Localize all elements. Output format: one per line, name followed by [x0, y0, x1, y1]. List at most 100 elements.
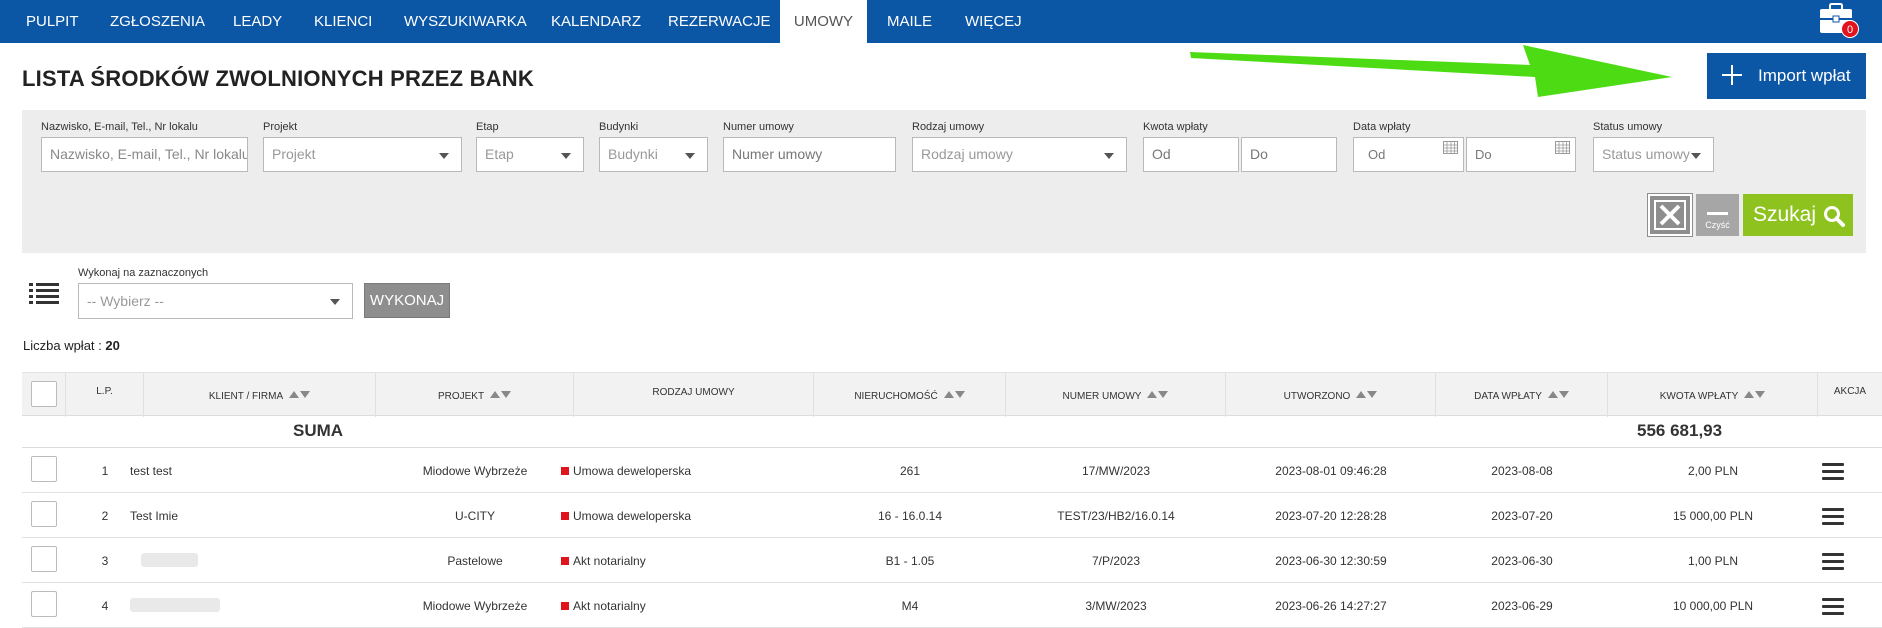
- header-property[interactable]: NIERUCHOMOŚĆ: [814, 373, 1006, 417]
- date-to-input[interactable]: Do: [1466, 137, 1576, 172]
- nav-item-maile[interactable]: MAILE: [887, 0, 932, 43]
- header-created-label: UTWORZONO: [1283, 391, 1351, 402]
- nav-item-kalendarz[interactable]: KALENDARZ: [551, 0, 641, 43]
- row-menu-icon[interactable]: [1822, 598, 1844, 616]
- select-all-checkbox[interactable]: [31, 381, 57, 407]
- amount-from-input[interactable]: Od: [1143, 137, 1239, 172]
- row-checkbox[interactable]: [31, 501, 57, 527]
- row-checkbox[interactable]: [31, 546, 57, 572]
- row-number[interactable]: TEST/23/HB2/16.0.14: [1006, 509, 1226, 523]
- sort-icon[interactable]: [1743, 391, 1766, 401]
- table-row: 2 Test Imie U-CITY Umowa deweloperska 16…: [22, 493, 1882, 538]
- header-lp-label: L.P.: [96, 386, 113, 397]
- row-amount: 2,00 PLN: [1687, 464, 1739, 478]
- buildings-select[interactable]: Budynki: [599, 137, 708, 172]
- top-navigation: PULPIT ZGŁOSZENIA LEADY KLIENCI WYSZUKIW…: [0, 0, 1882, 43]
- calendar-icon[interactable]: [1443, 141, 1458, 154]
- bulk-action-select[interactable]: -- Wybierz --: [78, 283, 353, 319]
- contract-number-input[interactable]: Numer umowy: [723, 137, 896, 172]
- row-number[interactable]: 3/MW/2023: [1006, 599, 1226, 613]
- calendar-icon[interactable]: [1555, 141, 1570, 154]
- header-number[interactable]: NUMER UMOWY: [1006, 373, 1226, 417]
- execute-button[interactable]: WYKONAJ: [364, 283, 450, 318]
- nav-item-wyszukiwarka[interactable]: WYSZUKIWARKA: [404, 0, 527, 43]
- stage-select[interactable]: Etap: [476, 137, 584, 172]
- row-menu-icon[interactable]: [1822, 508, 1844, 526]
- status-select-value: Status umowy: [1602, 146, 1690, 162]
- sum-row: SUMA 556 681,93: [22, 416, 1882, 448]
- plus-icon: [1722, 65, 1742, 85]
- row-number[interactable]: 17/MW/2023: [1006, 464, 1226, 478]
- status-square-icon: [561, 467, 569, 475]
- status-select[interactable]: Status umowy: [1593, 137, 1714, 172]
- sort-icon[interactable]: [1146, 391, 1169, 401]
- briefcase-icon[interactable]: 0: [1819, 3, 1859, 38]
- sort-icon[interactable]: [1355, 391, 1378, 401]
- sort-icon[interactable]: [1547, 391, 1569, 401]
- header-client-label: KLIENT / FIRMA: [208, 391, 284, 402]
- row-checkbox[interactable]: [31, 591, 57, 617]
- nav-item-rezerwacje[interactable]: REZERWACJE: [668, 0, 771, 43]
- sort-icon[interactable]: [489, 391, 512, 401]
- nav-item-umowy[interactable]: UMOWY: [780, 0, 867, 43]
- redacted-client: [130, 598, 220, 612]
- nav-item-zgloszenia[interactable]: ZGŁOSZENIA: [110, 0, 205, 43]
- excel-export-button[interactable]: [1647, 193, 1693, 237]
- row-paid-date: 2023-06-29: [1491, 599, 1553, 613]
- row-project: Miodowe Wybrzeże: [422, 464, 528, 478]
- sort-icon[interactable]: [288, 391, 311, 401]
- stage-select-value: Etap: [485, 146, 514, 162]
- contract-type-select[interactable]: Rodzaj umowy: [912, 137, 1127, 172]
- search-button[interactable]: Szukaj: [1743, 194, 1853, 236]
- row-client[interactable]: test test: [130, 464, 172, 478]
- row-checkbox[interactable]: [31, 456, 57, 482]
- status-square-icon: [561, 602, 569, 610]
- row-type-label: Umowa deweloperska: [573, 464, 692, 478]
- row-property: B1 - 1.05: [885, 554, 935, 568]
- nav-item-klienci[interactable]: KLIENCI: [314, 0, 372, 43]
- search-input[interactable]: Nazwisko, E-mail, Tel., Nr lokalu: [41, 137, 248, 172]
- search-button-label: Szukaj: [1753, 203, 1817, 226]
- row-type-label: Umowa deweloperska: [573, 509, 692, 523]
- header-created[interactable]: UTWORZONO: [1226, 373, 1436, 417]
- row-menu-icon[interactable]: [1822, 553, 1844, 571]
- row-number[interactable]: 7/P/2023: [1006, 554, 1226, 568]
- project-select-value: Projekt: [272, 146, 316, 162]
- nav-item-wiecej[interactable]: WIĘCEJ: [965, 0, 1022, 43]
- row-menu-icon[interactable]: [1822, 463, 1844, 481]
- chevron-down-icon: [561, 153, 571, 159]
- contract-type-select-value: Rodzaj umowy: [921, 146, 1013, 162]
- header-client[interactable]: KLIENT / FIRMA: [144, 373, 376, 417]
- date-to-value: Do: [1475, 147, 1492, 162]
- header-type: RODZAJ UMOWY: [574, 373, 814, 417]
- payments-count-value: 20: [105, 338, 120, 353]
- table-header: L.P. KLIENT / FIRMA PROJEKT RODZAJ UMOWY…: [22, 372, 1882, 417]
- date-from-input[interactable]: Od: [1353, 137, 1464, 172]
- header-amount[interactable]: KWOTA WPŁATY: [1608, 373, 1818, 417]
- row-created: 2023-08-01 09:46:28: [1275, 464, 1387, 478]
- date-from-value: Od: [1368, 147, 1386, 162]
- header-action: AKCJA: [1818, 373, 1882, 417]
- amount-to-input[interactable]: Do: [1241, 137, 1337, 172]
- clear-filters-button[interactable]: Czyść: [1696, 194, 1739, 236]
- green-arrow-icon: [1190, 45, 1672, 97]
- header-project[interactable]: PROJEKT: [376, 373, 574, 417]
- nav-item-leady[interactable]: LEADY: [233, 0, 282, 43]
- search-label: Nazwisko, E-mail, Tel., Nr lokalu: [41, 121, 198, 133]
- import-payments-button[interactable]: Import wpłat: [1707, 53, 1866, 99]
- sort-icon[interactable]: [943, 391, 965, 401]
- search-icon: [1824, 206, 1845, 227]
- row-client[interactable]: Test Imie: [130, 509, 178, 523]
- status-square-icon: [561, 557, 569, 565]
- project-select[interactable]: Projekt: [263, 137, 462, 172]
- row-property: 16 - 16.0.14: [877, 509, 943, 523]
- table-row: 3 Pastelowe Akt notarialny B1 - 1.05 7/P…: [22, 538, 1882, 583]
- list-icon[interactable]: [29, 282, 59, 306]
- row-created: 2023-06-30 12:30:59: [1275, 554, 1387, 568]
- row-type-label: Akt notarialny: [573, 554, 646, 568]
- header-paid-date[interactable]: DATA WPŁATY: [1436, 373, 1608, 417]
- stage-label: Etap: [476, 121, 499, 133]
- chevron-down-icon: [1104, 153, 1114, 159]
- row-project: Miodowe Wybrzeże: [422, 599, 528, 613]
- nav-item-pulpit[interactable]: PULPIT: [26, 0, 79, 43]
